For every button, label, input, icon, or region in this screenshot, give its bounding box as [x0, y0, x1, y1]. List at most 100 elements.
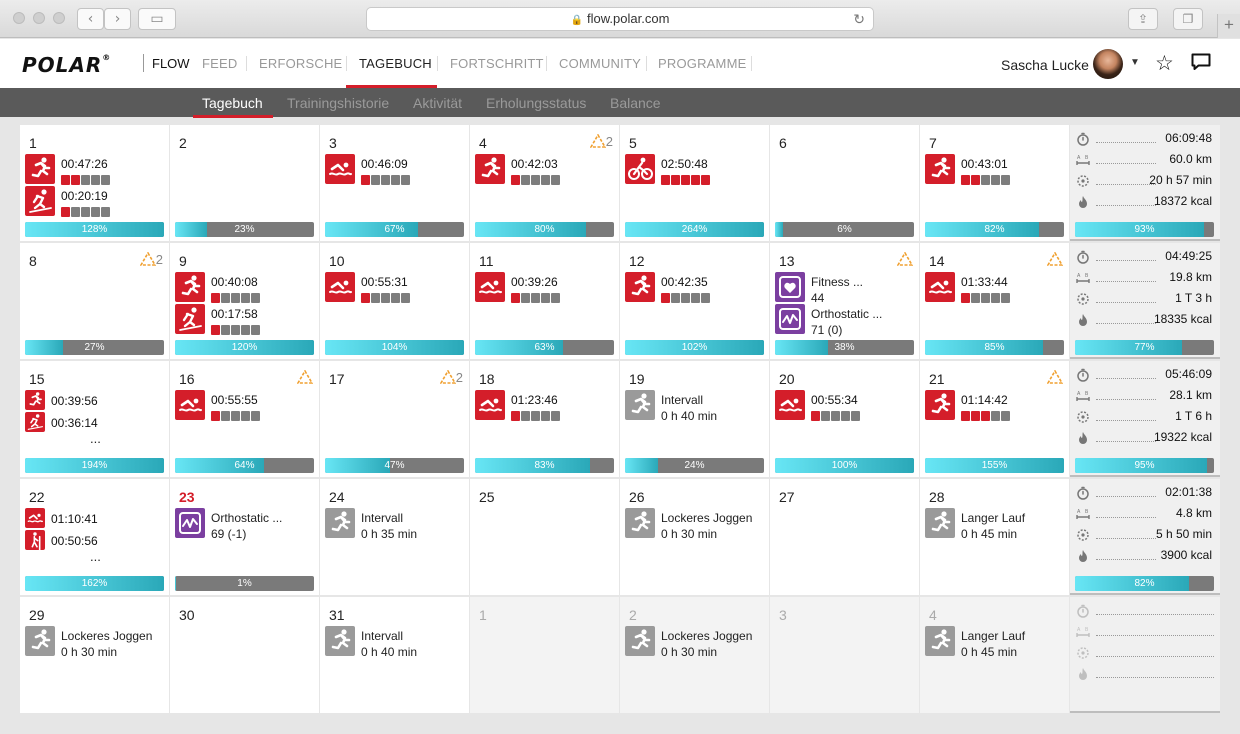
- calendar-day[interactable]: 1 00:47:26 00:20:19 128%: [20, 125, 169, 241]
- training-target-badge[interactable]: [896, 251, 914, 267]
- calendar-day[interactable]: 29 Lockeres Joggen 0 h 30 min: [20, 597, 169, 713]
- subnav-trainingshistorie[interactable]: Trainingshistorie: [287, 95, 389, 111]
- calendar-day[interactable]: 16 00:55:55 64%: [170, 361, 319, 477]
- training-session[interactable]: 00:55:34: [775, 390, 918, 421]
- calendar-day[interactable]: 8 2 27%: [20, 243, 169, 359]
- calendar-day[interactable]: 10 00:55:31 104%: [320, 243, 469, 359]
- calendar-day[interactable]: 22 01:10:41 00:50:56... 162%: [20, 479, 169, 595]
- calendar-day[interactable]: 19 Intervall 0 h 40 min 24%: [620, 361, 769, 477]
- calendar-day[interactable]: 3 00:46:09 67%: [320, 125, 469, 241]
- calendar-day[interactable]: 1: [470, 597, 619, 713]
- training-session[interactable]: 00:43:01: [925, 154, 1068, 185]
- star-icon[interactable]: ☆: [1155, 51, 1174, 76]
- nav-feed[interactable]: FEED: [202, 56, 237, 71]
- nav-fortschritt[interactable]: FORTSCHRITT: [450, 56, 544, 71]
- calendar-day[interactable]: 17 2 47%: [320, 361, 469, 477]
- nav-programme[interactable]: PROGRAMME: [658, 56, 746, 71]
- calendar-day[interactable]: 31 Intervall 0 h 40 min: [320, 597, 469, 713]
- training-session[interactable]: Lockeres Joggen 0 h 30 min: [625, 626, 768, 659]
- share-icon[interactable]: ⇪: [1128, 8, 1158, 30]
- calendar-day[interactable]: 14 01:33:44 85%: [920, 243, 1069, 359]
- avatar[interactable]: [1093, 49, 1123, 79]
- training-session[interactable]: Lockeres Joggen 0 h 30 min: [25, 626, 168, 659]
- training-session[interactable]: 00:42:35: [625, 272, 768, 303]
- training-session[interactable]: 02:50:48: [625, 154, 768, 185]
- back-arrow-icon[interactable]: ‹: [77, 8, 104, 30]
- calendar-day[interactable]: 12 00:42:35 102%: [620, 243, 769, 359]
- calendar-day[interactable]: 4 Langer Lauf 0 h 45 min: [920, 597, 1069, 713]
- chat-icon[interactable]: [1191, 53, 1211, 70]
- calendar-day[interactable]: 2 Lockeres Joggen 0 h 30 min: [620, 597, 769, 713]
- training-session[interactable]: Langer Lauf 0 h 45 min: [925, 508, 1068, 541]
- training-session[interactable]: Fitness ... 44: [775, 272, 918, 305]
- training-target-badge[interactable]: [296, 369, 314, 385]
- close-window-icon[interactable]: [13, 12, 25, 24]
- training-session[interactable]: Intervall 0 h 40 min: [325, 626, 468, 659]
- training-target-badge[interactable]: [1046, 251, 1064, 267]
- training-target-badge[interactable]: [1046, 369, 1064, 385]
- calendar-day[interactable]: 23 Orthostatic ... 69 (-1) 1%: [170, 479, 319, 595]
- training-session[interactable]: 01:14:42: [925, 390, 1068, 421]
- calendar-day[interactable]: 15 00:39:56 00:36:14... 194%: [20, 361, 169, 477]
- training-session[interactable]: 00:39:26: [475, 272, 618, 303]
- training-session[interactable]: 00:55:55: [175, 390, 318, 421]
- training-session[interactable]: Orthostatic ... 69 (-1): [175, 508, 318, 541]
- calendar-day[interactable]: 18 01:23:46 83%: [470, 361, 619, 477]
- minimize-window-icon[interactable]: [33, 12, 45, 24]
- weekly-summary[interactable]: 05:46:09 A B 28.1 km 1 T 6 h 19322 kcal 95%: [1070, 361, 1220, 477]
- training-session[interactable]: 00:47:26: [25, 154, 168, 185]
- weekly-summary[interactable]: 02:01:38 A B 4.8 km 5 h 50 min 3900 kcal 82%: [1070, 479, 1220, 595]
- nav-tagebuch[interactable]: TAGEBUCH: [359, 56, 432, 71]
- training-session[interactable]: Intervall 0 h 40 min: [625, 390, 768, 423]
- flow-label[interactable]: FLOW: [152, 56, 190, 71]
- address-bar[interactable]: 🔒 flow.polar.com ↻: [366, 7, 874, 31]
- subnav-balance[interactable]: Balance: [610, 95, 661, 111]
- calendar-day[interactable]: 9 00:40:08 00:17:58 120%: [170, 243, 319, 359]
- calendar-day[interactable]: 11 00:39:26 63%: [470, 243, 619, 359]
- polar-logo[interactable]: POLAR®: [22, 53, 111, 77]
- calendar-day[interactable]: 26 Lockeres Joggen 0 h 30 min: [620, 479, 769, 595]
- calendar-day[interactable]: 2 23%: [170, 125, 319, 241]
- weekly-summary[interactable]: 06:09:48 A B 60.0 km 20 h 57 min 18372 kcal 93…: [1070, 125, 1220, 241]
- training-target-badge[interactable]: 2: [139, 251, 163, 267]
- more-sessions-indicator[interactable]: ...: [90, 549, 101, 564]
- calendar-day[interactable]: 6 6%: [770, 125, 919, 241]
- calendar-day[interactable]: 5 02:50:48 264%: [620, 125, 769, 241]
- training-session[interactable]: 00:20:19: [25, 186, 168, 217]
- calendar-day[interactable]: 25: [470, 479, 619, 595]
- chevron-down-icon[interactable]: ▼: [1130, 57, 1140, 68]
- calendar-day[interactable]: 28 Langer Lauf 0 h 45 min: [920, 479, 1069, 595]
- weekly-summary[interactable]: AB: [1070, 597, 1220, 713]
- training-target-badge[interactable]: 2: [589, 133, 613, 149]
- training-session[interactable]: 00:55:31: [325, 272, 468, 303]
- zoom-window-icon[interactable]: [53, 12, 65, 24]
- training-session[interactable]: Intervall 0 h 35 min: [325, 508, 468, 541]
- new-tab-icon[interactable]: +: [1217, 14, 1240, 38]
- training-session[interactable]: Lockeres Joggen 0 h 30 min: [625, 508, 768, 541]
- training-target-badge[interactable]: 2: [439, 369, 463, 385]
- calendar-day[interactable]: 3: [770, 597, 919, 713]
- calendar-day[interactable]: 24 Intervall 0 h 35 min: [320, 479, 469, 595]
- training-session[interactable]: 00:17:58: [175, 304, 318, 335]
- nav-community[interactable]: COMMUNITY: [559, 56, 641, 71]
- training-session[interactable]: 00:42:03: [475, 154, 618, 185]
- subnav-erholungsstatus[interactable]: Erholungsstatus: [486, 95, 586, 111]
- weekly-summary[interactable]: 04:49:25 A B 19.8 km 1 T 3 h 18335 kcal 77%: [1070, 243, 1220, 359]
- training-session[interactable]: 01:33:44: [925, 272, 1068, 303]
- nav-erforsche[interactable]: ERFORSCHE: [259, 56, 342, 71]
- calendar-day[interactable]: 13 Fitness ... 44 Orthostatic ... 71 (0) 38%: [770, 243, 919, 359]
- calendar-day[interactable]: 7 00:43:01 82%: [920, 125, 1069, 241]
- reload-icon[interactable]: ↻: [853, 8, 865, 30]
- training-session[interactable]: Langer Lauf 0 h 45 min: [925, 626, 1068, 659]
- training-session[interactable]: Orthostatic ... 71 (0): [775, 304, 918, 337]
- training-session[interactable]: 00:46:09: [325, 154, 468, 185]
- user-name[interactable]: Sascha Lucke: [1001, 57, 1089, 73]
- calendar-day[interactable]: 20 00:55:34 100%: [770, 361, 919, 477]
- calendar-day[interactable]: 4 2 00:42:03 80%: [470, 125, 619, 241]
- subnav-tagebuch[interactable]: Tagebuch: [202, 95, 263, 111]
- training-session[interactable]: 01:23:46: [475, 390, 618, 421]
- training-session[interactable]: 00:40:08: [175, 272, 318, 303]
- calendar-day[interactable]: 27: [770, 479, 919, 595]
- calendar-day[interactable]: 30: [170, 597, 319, 713]
- tabs-overview-icon[interactable]: ❐: [1173, 8, 1203, 30]
